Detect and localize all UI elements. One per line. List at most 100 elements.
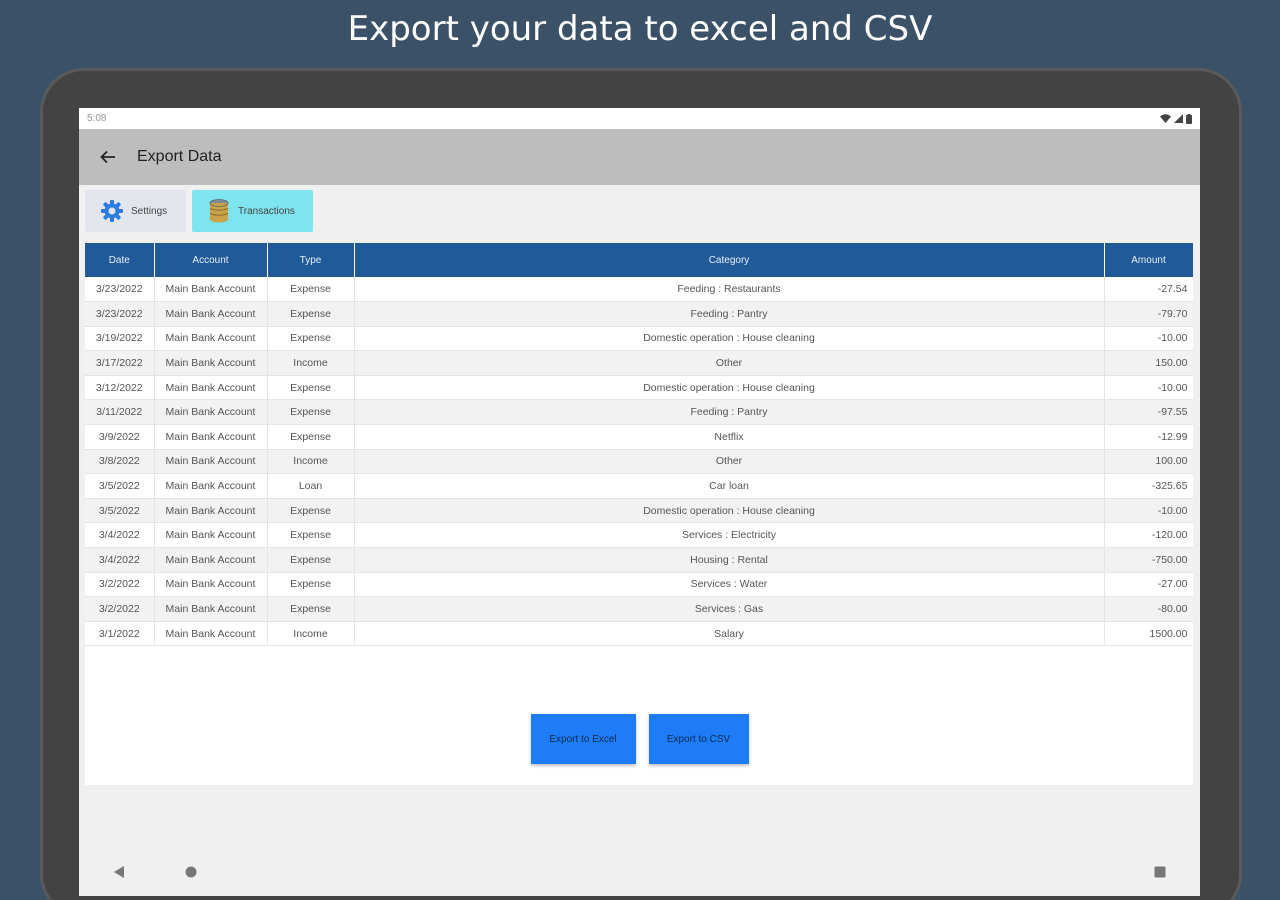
- tab-settings-label: Settings: [131, 205, 168, 217]
- table-row[interactable]: 3/11/2022 Main Bank Account Expense Feeding…: [85, 399, 1193, 426]
- back-button[interactable]: [79, 129, 137, 185]
- cell-account: Main Bank Account: [154, 596, 268, 622]
- cell-amount: -120.00: [1104, 522, 1193, 549]
- home-circle-icon[interactable]: [185, 866, 197, 878]
- cell-type: Loan: [267, 473, 355, 499]
- cell-category: Services : Gas: [354, 596, 1105, 622]
- cell-account: Main Bank Account: [154, 301, 268, 327]
- system-nav-bar: [79, 848, 1200, 896]
- table-row[interactable]: 3/9/2022 Main Bank Account Expense Netflix -…: [85, 424, 1193, 450]
- cell-amount: 100.00: [1104, 449, 1193, 475]
- cell-account: Main Bank Account: [154, 399, 268, 426]
- cell-date: 3/23/2022: [85, 301, 155, 327]
- cell-category: Salary: [354, 621, 1105, 647]
- wifi-icon: [1160, 114, 1171, 123]
- cell-date: 3/5/2022: [85, 498, 155, 524]
- cell-date: 3/4/2022: [85, 547, 155, 573]
- table-row[interactable]: 3/17/2022 Main Bank Account Income Other 150…: [85, 350, 1193, 376]
- table-row[interactable]: 3/8/2022 Main Bank Account Income Other 100.…: [85, 449, 1193, 475]
- database-icon: [209, 199, 229, 223]
- cell-date: 3/9/2022: [85, 424, 155, 450]
- cell-account: Main Bank Account: [154, 277, 268, 303]
- cell-account: Main Bank Account: [154, 572, 268, 598]
- battery-icon: [1186, 113, 1192, 124]
- tab-bar: Settings Transactions: [79, 185, 1200, 243]
- page-title: Export Data: [137, 148, 222, 165]
- cell-category: Feeding : Pantry: [354, 301, 1105, 327]
- column-header-type[interactable]: Type: [267, 243, 355, 277]
- nav-back-button[interactable]: [113, 865, 197, 879]
- table-row[interactable]: 3/2/2022 Main Bank Account Expense Services…: [85, 572, 1193, 598]
- cell-account: Main Bank Account: [154, 326, 268, 352]
- cell-category: Netflix: [354, 424, 1105, 450]
- cell-date: 3/17/2022: [85, 350, 155, 376]
- table-row[interactable]: 3/4/2022 Main Bank Account Expense Services…: [85, 522, 1193, 549]
- table-row[interactable]: 3/23/2022 Main Bank Account Expense Feeding…: [85, 301, 1193, 327]
- cell-type: Income: [267, 350, 355, 376]
- table-row[interactable]: 3/23/2022 Main Bank Account Expense Feeding…: [85, 277, 1193, 303]
- recents-square-icon[interactable]: [1154, 866, 1166, 878]
- cell-account: Main Bank Account: [154, 547, 268, 573]
- table-row[interactable]: 3/19/2022 Main Bank Account Expense Domesti…: [85, 326, 1193, 352]
- column-header-amount[interactable]: Amount: [1104, 243, 1193, 277]
- status-time: 5:08: [87, 113, 107, 124]
- cell-account: Main Bank Account: [154, 621, 268, 647]
- cell-amount: -27.54: [1104, 277, 1193, 303]
- cell-type: Expense: [267, 301, 355, 327]
- cell-date: 3/2/2022: [85, 572, 155, 598]
- cell-date: 3/1/2022: [85, 621, 155, 647]
- table-row[interactable]: 3/5/2022 Main Bank Account Loan Car loan -32…: [85, 473, 1193, 499]
- cell-type: Expense: [267, 572, 355, 598]
- cell-type: Expense: [267, 326, 355, 352]
- cell-amount: 150.00: [1104, 350, 1193, 376]
- export-actions: Export to Excel Export to CSV: [79, 709, 1200, 769]
- column-header-account[interactable]: Account: [154, 243, 268, 277]
- cell-amount: 1500.00: [1104, 621, 1193, 647]
- cell-category: Domestic operation : House cleaning: [354, 498, 1105, 524]
- cell-date: 3/5/2022: [85, 473, 155, 499]
- back-triangle-icon[interactable]: [113, 865, 125, 879]
- tab-settings[interactable]: Settings: [85, 190, 186, 232]
- cell-type: Expense: [267, 375, 355, 401]
- gear-icon: [101, 200, 123, 222]
- cell-category: Domestic operation : House cleaning: [354, 326, 1105, 352]
- cell-type: Expense: [267, 522, 355, 549]
- export-csv-button[interactable]: Export to CSV: [648, 714, 749, 764]
- cell-type: Income: [267, 449, 355, 475]
- signal-icon: [1174, 114, 1183, 123]
- column-header-date[interactable]: Date: [85, 243, 155, 277]
- cell-account: Main Bank Account: [154, 375, 268, 401]
- tab-transactions[interactable]: Transactions: [192, 190, 313, 232]
- table-row[interactable]: 3/2/2022 Main Bank Account Expense Services…: [85, 596, 1193, 622]
- cell-type: Income: [267, 621, 355, 647]
- tablet-screen: 5:08 Export Data Settings Transactions D…: [79, 108, 1200, 896]
- cell-type: Expense: [267, 424, 355, 450]
- cell-account: Main Bank Account: [154, 449, 268, 475]
- cell-date: 3/2/2022: [85, 596, 155, 622]
- cell-account: Main Bank Account: [154, 350, 268, 376]
- cell-date: 3/23/2022: [85, 277, 155, 303]
- cell-date: 3/12/2022: [85, 375, 155, 401]
- cell-category: Other: [354, 350, 1105, 376]
- cell-category: Car loan: [354, 473, 1105, 499]
- cell-amount: -79.70: [1104, 301, 1193, 327]
- cell-amount: -12.99: [1104, 424, 1193, 450]
- cell-category: Feeding : Pantry: [354, 399, 1105, 426]
- cell-date: 3/8/2022: [85, 449, 155, 475]
- table-row[interactable]: 3/5/2022 Main Bank Account Expense Domestic…: [85, 498, 1193, 524]
- cell-type: Expense: [267, 596, 355, 622]
- cell-date: 3/19/2022: [85, 326, 155, 352]
- table-row[interactable]: 3/4/2022 Main Bank Account Expense Housing …: [85, 547, 1193, 573]
- cell-amount: -325.65: [1104, 473, 1193, 499]
- app-bar: Export Data: [79, 129, 1200, 185]
- cell-account: Main Bank Account: [154, 473, 268, 499]
- cell-category: Housing : Rental: [354, 547, 1105, 573]
- column-header-category[interactable]: Category: [354, 243, 1105, 277]
- table-row[interactable]: 3/12/2022 Main Bank Account Expense Domesti…: [85, 375, 1193, 401]
- export-excel-button[interactable]: Export to Excel: [530, 714, 636, 764]
- cell-account: Main Bank Account: [154, 424, 268, 450]
- table-row[interactable]: 3/1/2022 Main Bank Account Income Salary 150…: [85, 621, 1193, 647]
- page-headline: Export your data to excel and CSV: [347, 9, 933, 49]
- cell-date: 3/11/2022: [85, 399, 155, 426]
- cell-amount: -10.00: [1104, 498, 1193, 524]
